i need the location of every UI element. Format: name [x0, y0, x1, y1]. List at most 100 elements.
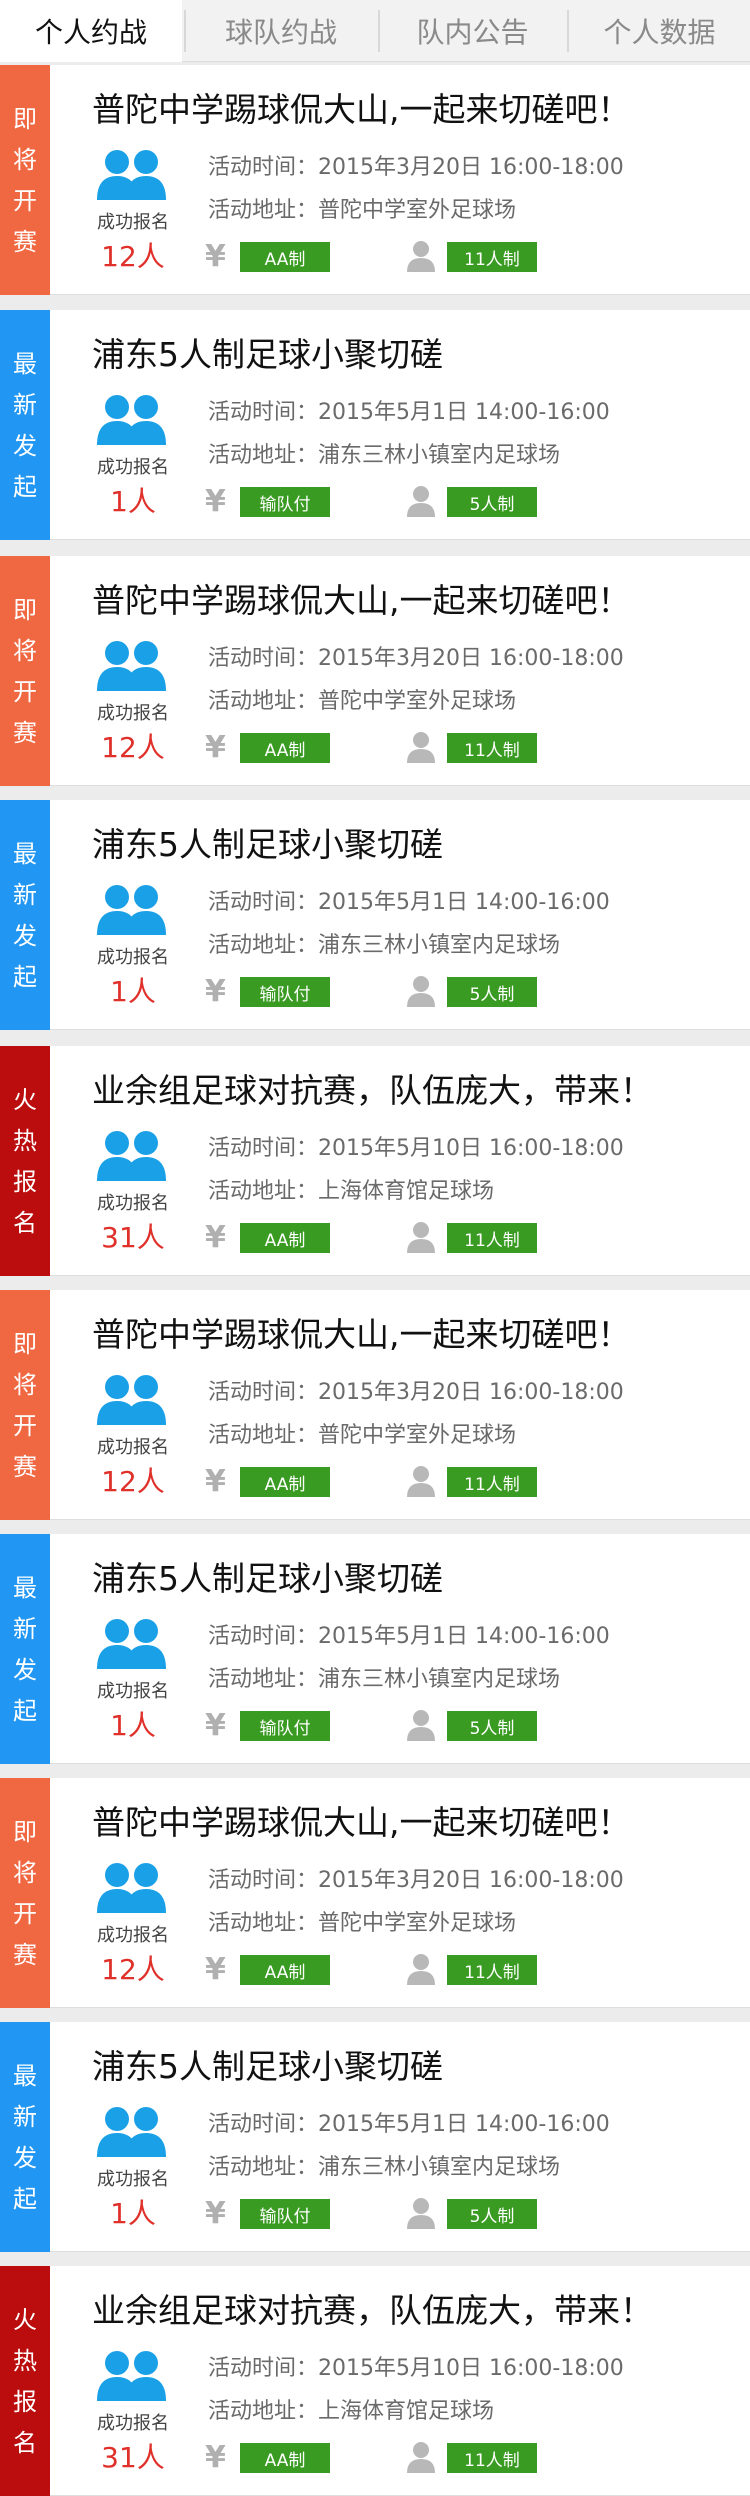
- yen-icon: ¥: [205, 1464, 226, 1499]
- fee-tag: AA制: [240, 1955, 330, 1985]
- status-badge: 最新发起: [0, 2022, 50, 2252]
- event-card[interactable]: 火热报名 业余组足球对抗赛，队伍庞大，带来！ 成功报名 31人 活动时间：201…: [0, 2266, 750, 2496]
- team-avatar-icon: [95, 881, 169, 939]
- event-address: 活动地址：普陀中学室外足球场: [208, 683, 516, 715]
- address-label: 活动地址：: [208, 1179, 319, 1204]
- event-time: 活动时间：2015年5月10日 16:00-18:00: [208, 1130, 624, 1162]
- time-value: 2015年3月20日 16:00-18:00: [318, 1380, 624, 1405]
- team-avatar-icon: [95, 637, 169, 695]
- team-size-tag: 11人制: [447, 2443, 537, 2473]
- signup-count: 12人: [101, 731, 165, 764]
- team-avatar-icon: [95, 2103, 169, 2161]
- yen-icon: ¥: [205, 1220, 226, 1255]
- event-title[interactable]: 浦东5人制足球小聚切磋: [92, 328, 443, 376]
- signup-label: 成功报名: [97, 1925, 169, 1946]
- status-char: 发: [13, 921, 37, 950]
- event-address: 活动地址：上海体育馆足球场: [208, 1173, 494, 1205]
- signup-label: 成功报名: [97, 212, 169, 233]
- tab-team-announcements[interactable]: 队内公告: [380, 0, 565, 62]
- status-char: 新: [13, 390, 37, 419]
- event-card[interactable]: 即将开赛 普陀中学踢球侃大山,一起来切磋吧！ 成功报名 12人 活动时间：201…: [0, 556, 750, 786]
- status-char: 火: [13, 2305, 37, 2334]
- event-address: 活动地址：浦东三林小镇室内足球场: [208, 1661, 560, 1693]
- status-char: 即: [13, 595, 37, 624]
- status-char: 即: [13, 1817, 37, 1846]
- event-title[interactable]: 业余组足球对抗赛，队伍庞大，带来！: [92, 2284, 653, 2332]
- tab-bar: 个人约战 球队约战 队内公告 个人数据: [0, 0, 750, 62]
- address-label: 活动地址：: [208, 2155, 319, 2180]
- team-avatar-icon: [95, 2347, 169, 2405]
- status-char: 即: [13, 104, 37, 133]
- time-label: 活动时间：: [208, 2356, 319, 2381]
- status-badge: 最新发起: [0, 310, 50, 540]
- fee-tag: AA制: [240, 2443, 330, 2473]
- team-size-tag: 5人制: [447, 1711, 537, 1741]
- tab-team-challenge[interactable]: 球队约战: [186, 0, 376, 62]
- team-size-tag: 11人制: [447, 1955, 537, 1985]
- signup-label: 成功报名: [97, 1193, 169, 1214]
- event-card[interactable]: 最新发起 浦东5人制足球小聚切磋 成功报名 1人 活动时间：2015年5月1日 …: [0, 310, 750, 540]
- signup-label: 成功报名: [97, 1437, 169, 1458]
- event-card[interactable]: 最新发起 浦东5人制足球小聚切磋 成功报名 1人 活动时间：2015年5月1日 …: [0, 2022, 750, 2252]
- signup-count: 1人: [110, 485, 156, 518]
- status-char: 起: [13, 1696, 37, 1725]
- event-time: 活动时间：2015年5月1日 14:00-16:00: [208, 394, 610, 426]
- time-value: 2015年5月1日 14:00-16:00: [318, 890, 610, 915]
- event-time: 活动时间：2015年5月1日 14:00-16:00: [208, 1618, 610, 1650]
- event-title[interactable]: 浦东5人制足球小聚切磋: [92, 2040, 443, 2088]
- signup-label: 成功报名: [97, 947, 169, 968]
- event-address: 活动地址：普陀中学室外足球场: [208, 1905, 516, 1937]
- team-size-tag: 11人制: [447, 242, 537, 272]
- fee-tag: AA制: [240, 242, 330, 272]
- status-char: 发: [13, 1655, 37, 1684]
- event-card[interactable]: 火热报名 业余组足球对抗赛，队伍庞大，带来！ 成功报名 31人 活动时间：201…: [0, 1046, 750, 1276]
- person-icon: [406, 240, 436, 272]
- status-char: 开: [13, 677, 37, 706]
- tab-personal-stats[interactable]: 个人数据: [569, 0, 750, 62]
- tab-personal-challenge[interactable]: 个人约战: [0, 0, 182, 62]
- event-title[interactable]: 普陀中学踢球侃大山,一起来切磋吧！: [92, 83, 631, 131]
- status-char: 将: [13, 1370, 37, 1399]
- person-icon: [406, 1465, 436, 1497]
- signup-count: 1人: [110, 2197, 156, 2230]
- event-card[interactable]: 最新发起 浦东5人制足球小聚切磋 成功报名 1人 活动时间：2015年5月1日 …: [0, 1534, 750, 1764]
- event-card[interactable]: 即将开赛 普陀中学踢球侃大山,一起来切磋吧！ 成功报名 12人 活动时间：201…: [0, 1290, 750, 1520]
- address-label: 活动地址：: [208, 1423, 319, 1448]
- status-badge: 最新发起: [0, 1534, 50, 1764]
- status-badge: 即将开赛: [0, 556, 50, 786]
- time-label: 活动时间：: [208, 1380, 319, 1405]
- time-value: 2015年5月1日 14:00-16:00: [318, 1624, 610, 1649]
- address-value: 普陀中学室外足球场: [318, 198, 517, 223]
- address-value: 浦东三林小镇室内足球场: [318, 443, 561, 468]
- event-title[interactable]: 普陀中学踢球侃大山,一起来切磋吧！: [92, 574, 631, 622]
- status-badge: 即将开赛: [0, 1778, 50, 2008]
- event-time: 活动时间：2015年3月20日 16:00-18:00: [208, 1862, 624, 1894]
- event-title[interactable]: 业余组足球对抗赛，队伍庞大，带来！: [92, 1064, 653, 1112]
- yen-icon: ¥: [205, 974, 226, 1009]
- event-title[interactable]: 普陀中学踢球侃大山,一起来切磋吧！: [92, 1796, 631, 1844]
- time-value: 2015年3月20日 16:00-18:00: [318, 1868, 624, 1893]
- event-title[interactable]: 浦东5人制足球小聚切磋: [92, 1552, 443, 1600]
- event-card[interactable]: 即将开赛 普陀中学踢球侃大山,一起来切磋吧！ 成功报名 12人 活动时间：201…: [0, 65, 750, 295]
- status-char: 新: [13, 880, 37, 909]
- team-avatar-icon: [95, 1371, 169, 1429]
- team-avatar-icon: [95, 146, 169, 204]
- team-size-tag: 5人制: [447, 2199, 537, 2229]
- fee-tag: 输队付: [240, 487, 330, 517]
- event-card[interactable]: 即将开赛 普陀中学踢球侃大山,一起来切磋吧！ 成功报名 12人 活动时间：201…: [0, 1778, 750, 2008]
- status-char: 即: [13, 1329, 37, 1358]
- event-address: 活动地址：浦东三林小镇室内足球场: [208, 927, 560, 959]
- event-title[interactable]: 普陀中学踢球侃大山,一起来切磋吧！: [92, 1308, 631, 1356]
- status-char: 最: [13, 349, 37, 378]
- status-char: 将: [13, 636, 37, 665]
- team-size-tag: 11人制: [447, 1467, 537, 1497]
- event-address: 活动地址：上海体育馆足球场: [208, 2393, 494, 2425]
- status-badge: 最新发起: [0, 800, 50, 1030]
- event-card[interactable]: 最新发起 浦东5人制足球小聚切磋 成功报名 1人 活动时间：2015年5月1日 …: [0, 800, 750, 1030]
- team-avatar-icon: [95, 1615, 169, 1673]
- status-char: 发: [13, 2143, 37, 2172]
- status-char: 开: [13, 1899, 37, 1928]
- event-title[interactable]: 浦东5人制足球小聚切磋: [92, 818, 443, 866]
- status-char: 报: [13, 1167, 37, 1196]
- event-time: 活动时间：2015年5月1日 14:00-16:00: [208, 2106, 610, 2138]
